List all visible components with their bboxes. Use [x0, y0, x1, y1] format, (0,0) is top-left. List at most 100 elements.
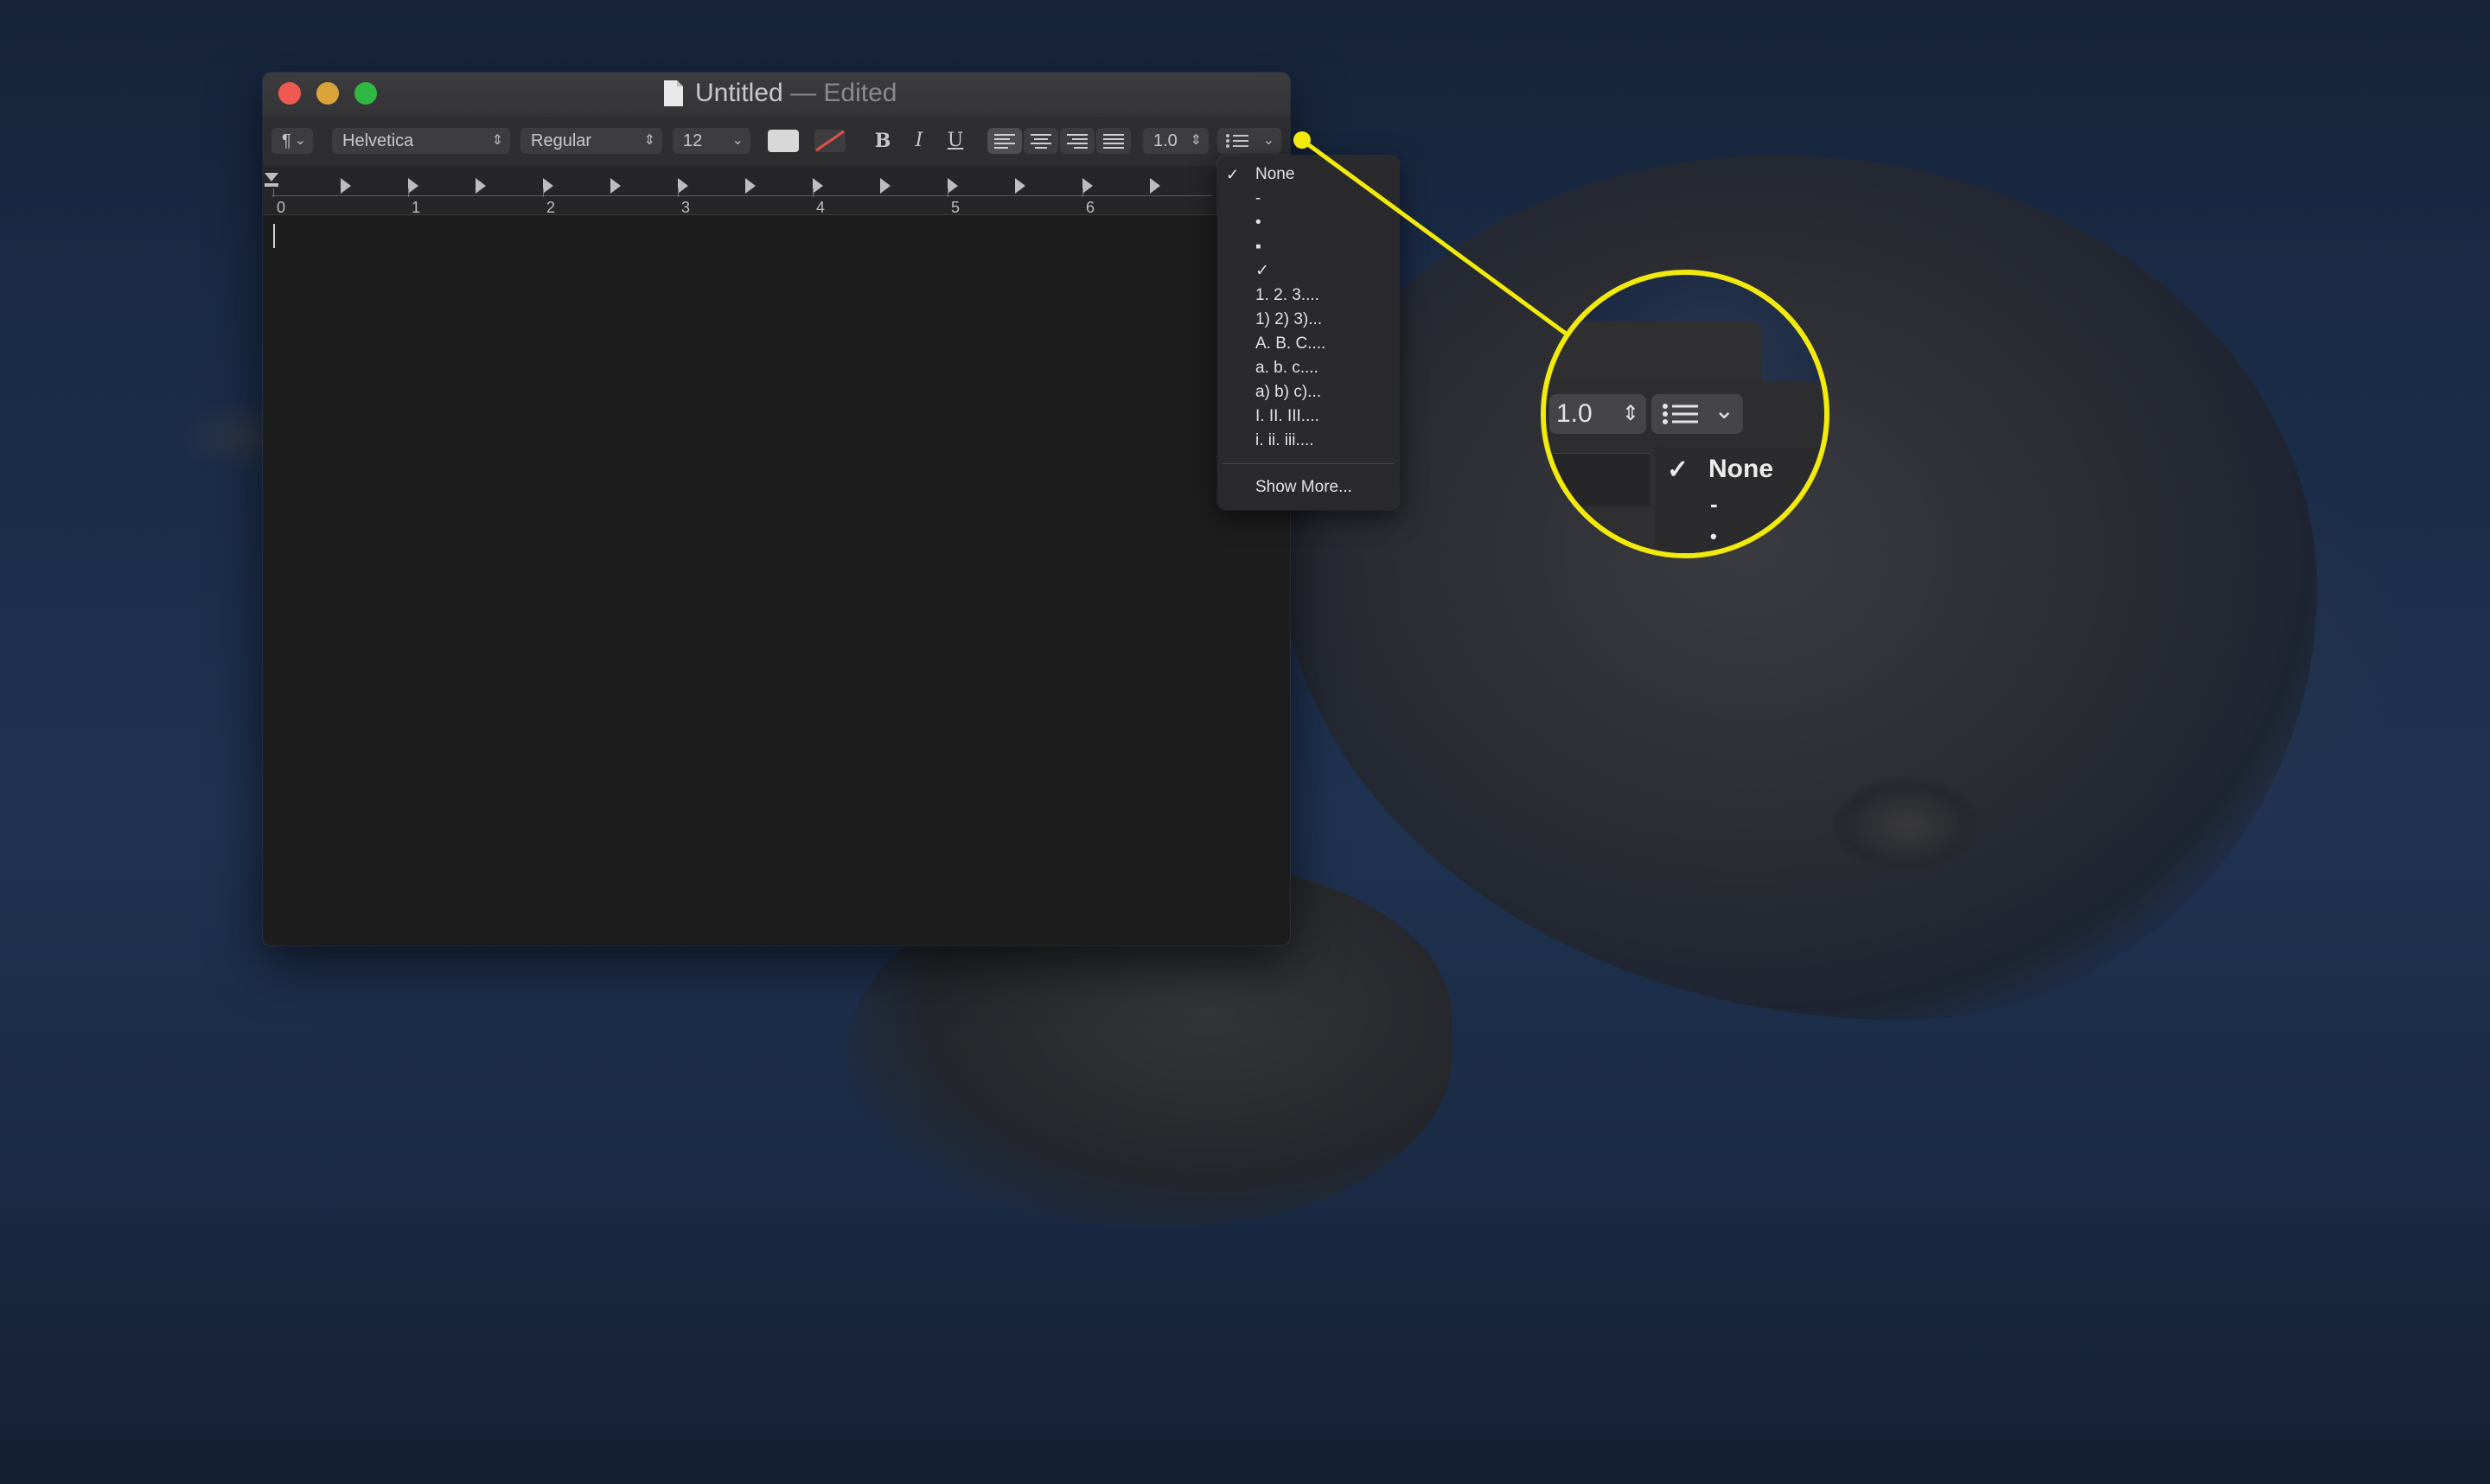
list-menu-item-numbers-paren[interactable]: 1) 2) 3)... — [1217, 308, 1399, 332]
first-line-indent-marker-icon[interactable] — [263, 169, 284, 190]
minimize-window-button[interactable] — [316, 82, 339, 105]
list-style-popup[interactable]: ⌄ — [1217, 128, 1281, 154]
close-window-button[interactable] — [278, 82, 301, 105]
list-menu-item-dash[interactable]: - — [1217, 187, 1399, 211]
show-more-menu-item[interactable]: Show More... — [1217, 475, 1399, 500]
list-menu-item-lower-alpha-paren[interactable]: a) b) c)... — [1217, 380, 1399, 404]
line-spacing-stepper[interactable]: 1.0 ⇕ — [1143, 128, 1209, 154]
list-menu-item-label: 1) 2) 3)... — [1255, 310, 1323, 328]
document-name: Untitled — [695, 79, 783, 107]
list-menu-item-label: • — [1255, 213, 1261, 232]
align-right-icon — [1067, 134, 1088, 149]
zoomed-line-spacing-stepper: 1.0 ⇕ — [1549, 394, 1646, 434]
justify-icon — [1103, 134, 1124, 149]
align-left-button[interactable] — [987, 128, 1022, 154]
list-menu-item-label: a) b) c)... — [1255, 383, 1322, 401]
ruler-number: 0 — [277, 199, 286, 216]
textedit-window: Untitled — Edited ¶ ⌄ Helvetica ⇕ Regula… — [263, 73, 1290, 946]
ruler-tick — [1082, 188, 1083, 197]
checkmark-icon: ✓ — [1226, 166, 1240, 183]
tab-stop-marker[interactable] — [1015, 178, 1025, 194]
list-menu-item-label: i. ii. iii.... — [1255, 431, 1314, 449]
tab-stop-marker[interactable] — [476, 178, 486, 194]
ruler-tick — [678, 188, 679, 197]
tab-stop-marker[interactable] — [610, 178, 621, 194]
zoomed-ruler — [1546, 453, 1650, 506]
list-menu-item-lower-roman[interactable]: i. ii. iii.... — [1217, 429, 1399, 453]
list-menu-item-label: - — [1255, 189, 1261, 207]
list-menu-item-label: A. B. C.... — [1255, 334, 1326, 353]
ruler-tick — [408, 188, 409, 197]
tab-stop-marker[interactable] — [341, 178, 351, 194]
tab-stop-marker[interactable] — [880, 178, 891, 194]
island-rock — [1833, 778, 1980, 873]
align-center-button[interactable] — [1024, 128, 1058, 154]
text-editor-area[interactable] — [263, 215, 1290, 946]
format-toolbar: ¶ ⌄ Helvetica ⇕ Regular ⇕ 12 ⌄ B I U 1.0… — [263, 118, 1290, 167]
ruler-tick — [273, 188, 274, 197]
list-menu-item-none[interactable]: ✓ None — [1217, 162, 1399, 187]
highlight-color-well[interactable] — [814, 130, 846, 152]
up-down-arrows-icon: ⇕ — [1621, 402, 1639, 425]
text-color-well[interactable] — [768, 130, 799, 152]
title-separator: — — [790, 79, 817, 107]
window-title: Untitled — Edited — [695, 78, 897, 109]
list-menu-item-numbers-dot[interactable]: 1. 2. 3.... — [1217, 283, 1399, 308]
font-family-popup[interactable]: Helvetica ⇕ — [332, 128, 510, 154]
no-color-slash-icon — [815, 130, 845, 152]
ruler-baseline — [271, 195, 1212, 196]
chevron-down-icon: ⌄ — [1262, 133, 1274, 148]
tab-stop-marker[interactable] — [948, 178, 958, 194]
chevron-down-icon: ⌄ — [294, 133, 306, 148]
list-menu-item-label: I. II. III.... — [1255, 407, 1319, 425]
line-spacing-value: 1.0 — [1153, 131, 1178, 150]
ruler-tick — [543, 188, 544, 197]
list-menu-item-label: ▪ — [1255, 238, 1261, 256]
tab-stop-marker[interactable] — [1082, 178, 1093, 194]
ruler-number: 1 — [412, 199, 421, 216]
tab-stop-marker[interactable] — [543, 178, 553, 194]
checkmark-icon: ✓ — [1667, 455, 1689, 484]
font-family-value: Helvetica — [342, 131, 414, 150]
bold-button[interactable]: B — [870, 128, 896, 154]
ruler-number: 6 — [1086, 199, 1095, 216]
tab-stop-marker[interactable] — [1150, 178, 1160, 194]
text-cursor — [273, 224, 275, 248]
align-right-button[interactable] — [1060, 128, 1095, 154]
tab-stop-marker[interactable] — [678, 178, 688, 194]
ruler-number: 3 — [681, 199, 691, 216]
zoom-window-button[interactable] — [354, 82, 377, 105]
zoomed-dash-item: - — [1710, 491, 1718, 517]
list-bullets-icon — [1226, 134, 1248, 148]
italic-button[interactable]: I — [906, 128, 932, 154]
list-menu-item-upper-alpha[interactable]: A. B. C.... — [1217, 332, 1399, 356]
list-menu-item-label: 1. 2. 3.... — [1255, 286, 1319, 304]
tab-stop-marker[interactable] — [813, 178, 823, 194]
font-style-value: Regular — [531, 131, 592, 150]
list-style-menu: ✓ None - • ▪ ✓ 1. 2. 3.... 1) 2) 3)... A… — [1217, 156, 1399, 510]
ruler[interactable]: 0 1 2 3 4 5 6 — [263, 166, 1290, 216]
align-left-icon — [994, 134, 1015, 149]
list-menu-item-square[interactable]: ▪ — [1217, 235, 1399, 259]
zoomed-bullet-item: • — [1710, 525, 1717, 547]
list-menu-item-label: None — [1255, 165, 1295, 183]
tab-stop-marker[interactable] — [408, 178, 418, 194]
font-size-value: 12 — [683, 131, 703, 150]
document-icon — [664, 80, 683, 106]
zoom-callout: 1.0 ⇕ ⌄ ✓ None - • — [1541, 270, 1829, 558]
paragraph-style-popup[interactable]: ¶ ⌄ — [271, 128, 313, 154]
font-style-popup[interactable]: Regular ⇕ — [520, 128, 662, 154]
list-menu-item-bullet[interactable]: • — [1217, 211, 1399, 235]
list-menu-item-label: a. b. c.... — [1255, 359, 1318, 377]
menu-separator — [1223, 463, 1394, 464]
list-menu-item-checkmark[interactable]: ✓ — [1217, 259, 1399, 283]
tab-stop-marker[interactable] — [745, 178, 756, 194]
underline-button[interactable]: U — [942, 128, 968, 154]
zoomed-list-style-popup: ⌄ — [1651, 394, 1743, 434]
list-menu-item-upper-roman[interactable]: I. II. III.... — [1217, 404, 1399, 429]
justify-button[interactable] — [1096, 128, 1131, 154]
up-down-arrows-icon: ⇕ — [643, 133, 655, 148]
align-center-icon — [1031, 134, 1051, 149]
list-menu-item-lower-alpha[interactable]: a. b. c.... — [1217, 356, 1399, 380]
font-size-combo[interactable]: 12 ⌄ — [673, 128, 750, 154]
